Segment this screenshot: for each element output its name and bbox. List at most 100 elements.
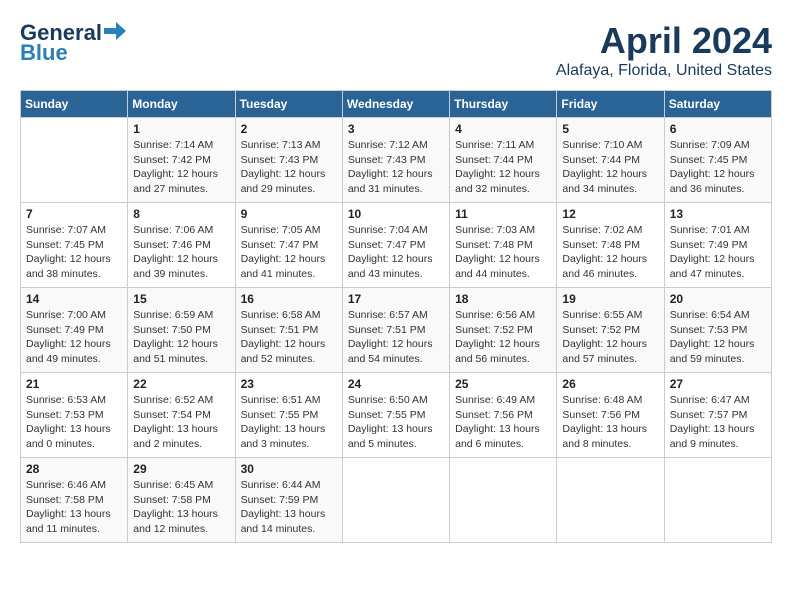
calendar-cell — [450, 458, 557, 543]
day-number: 16 — [241, 292, 337, 306]
calendar-cell: 27 Sunrise: 6:47 AM Sunset: 7:57 PM Dayli… — [664, 373, 771, 458]
calendar-cell — [21, 118, 128, 203]
day-info: Sunrise: 6:54 AM Sunset: 7:53 PM Dayligh… — [670, 308, 766, 367]
calendar-cell: 1 Sunrise: 7:14 AM Sunset: 7:42 PM Daylig… — [128, 118, 235, 203]
main-title: April 2024 — [556, 20, 772, 62]
day-info: Sunrise: 6:55 AM Sunset: 7:52 PM Dayligh… — [562, 308, 658, 367]
calendar-cell: 24 Sunrise: 6:50 AM Sunset: 7:55 PM Dayli… — [342, 373, 449, 458]
calendar-cell: 19 Sunrise: 6:55 AM Sunset: 7:52 PM Dayli… — [557, 288, 664, 373]
day-number: 26 — [562, 377, 658, 391]
day-number: 23 — [241, 377, 337, 391]
day-info: Sunrise: 7:10 AM Sunset: 7:44 PM Dayligh… — [562, 138, 658, 197]
day-number: 28 — [26, 462, 122, 476]
calendar-cell — [664, 458, 771, 543]
day-info: Sunrise: 6:58 AM Sunset: 7:51 PM Dayligh… — [241, 308, 337, 367]
day-info: Sunrise: 7:12 AM Sunset: 7:43 PM Dayligh… — [348, 138, 444, 197]
day-info: Sunrise: 6:57 AM Sunset: 7:51 PM Dayligh… — [348, 308, 444, 367]
day-number: 24 — [348, 377, 444, 391]
day-number: 4 — [455, 122, 551, 136]
day-info: Sunrise: 7:14 AM Sunset: 7:42 PM Dayligh… — [133, 138, 229, 197]
day-number: 13 — [670, 207, 766, 221]
day-number: 9 — [241, 207, 337, 221]
day-number: 27 — [670, 377, 766, 391]
calendar-cell: 9 Sunrise: 7:05 AM Sunset: 7:47 PM Daylig… — [235, 203, 342, 288]
calendar-cell: 22 Sunrise: 6:52 AM Sunset: 7:54 PM Dayli… — [128, 373, 235, 458]
calendar-cell: 14 Sunrise: 7:00 AM Sunset: 7:49 PM Dayli… — [21, 288, 128, 373]
calendar-header: Sunday Monday Tuesday Wednesday Thursday… — [21, 91, 772, 118]
calendar-body: 1 Sunrise: 7:14 AM Sunset: 7:42 PM Daylig… — [21, 118, 772, 543]
day-number: 14 — [26, 292, 122, 306]
day-info: Sunrise: 6:46 AM Sunset: 7:58 PM Dayligh… — [26, 478, 122, 537]
subtitle: Alafaya, Florida, United States — [556, 62, 772, 80]
day-info: Sunrise: 7:06 AM Sunset: 7:46 PM Dayligh… — [133, 223, 229, 282]
day-number: 15 — [133, 292, 229, 306]
day-number: 7 — [26, 207, 122, 221]
calendar-cell: 29 Sunrise: 6:45 AM Sunset: 7:58 PM Dayli… — [128, 458, 235, 543]
calendar-cell: 20Sunrise: 6:54 AM Sunset: 7:53 PM Dayli… — [664, 288, 771, 373]
day-number: 30 — [241, 462, 337, 476]
day-number: 22 — [133, 377, 229, 391]
day-number: 25 — [455, 377, 551, 391]
calendar-cell: 28 Sunrise: 6:46 AM Sunset: 7:58 PM Dayli… — [21, 458, 128, 543]
day-info: Sunrise: 7:01 AM Sunset: 7:49 PM Dayligh… — [670, 223, 766, 282]
day-number: 2 — [241, 122, 337, 136]
day-info: Sunrise: 6:47 AM Sunset: 7:57 PM Dayligh… — [670, 393, 766, 452]
day-info: Sunrise: 6:59 AM Sunset: 7:50 PM Dayligh… — [133, 308, 229, 367]
day-info: Sunrise: 6:45 AM Sunset: 7:58 PM Dayligh… — [133, 478, 229, 537]
day-info: Sunrise: 6:50 AM Sunset: 7:55 PM Dayligh… — [348, 393, 444, 452]
calendar-cell: 16 Sunrise: 6:58 AM Sunset: 7:51 PM Dayli… — [235, 288, 342, 373]
calendar-week-row: 28 Sunrise: 6:46 AM Sunset: 7:58 PM Dayli… — [21, 458, 772, 543]
day-info: Sunrise: 7:13 AM Sunset: 7:43 PM Dayligh… — [241, 138, 337, 197]
calendar-week-row: 7Sunrise: 7:07 AM Sunset: 7:45 PM Daylig… — [21, 203, 772, 288]
day-info: Sunrise: 7:09 AM Sunset: 7:45 PM Dayligh… — [670, 138, 766, 197]
day-info: Sunrise: 6:44 AM Sunset: 7:59 PM Dayligh… — [241, 478, 337, 537]
day-number: 11 — [455, 207, 551, 221]
day-info: Sunrise: 7:00 AM Sunset: 7:49 PM Dayligh… — [26, 308, 122, 367]
header-row: Sunday Monday Tuesday Wednesday Thursday… — [21, 91, 772, 118]
col-thursday: Thursday — [450, 91, 557, 118]
calendar-week-row: 14 Sunrise: 7:00 AM Sunset: 7:49 PM Dayli… — [21, 288, 772, 373]
day-number: 12 — [562, 207, 658, 221]
day-number: 29 — [133, 462, 229, 476]
calendar-week-row: 1 Sunrise: 7:14 AM Sunset: 7:42 PM Daylig… — [21, 118, 772, 203]
calendar-cell — [342, 458, 449, 543]
page-header: General Blue April 2024 Alafaya, Florida… — [20, 20, 772, 80]
day-number: 6 — [670, 122, 766, 136]
day-number: 19 — [562, 292, 658, 306]
calendar-cell: 15 Sunrise: 6:59 AM Sunset: 7:50 PM Dayli… — [128, 288, 235, 373]
calendar-cell: 12 Sunrise: 7:02 AM Sunset: 7:48 PM Dayli… — [557, 203, 664, 288]
col-saturday: Saturday — [664, 91, 771, 118]
day-info: Sunrise: 7:05 AM Sunset: 7:47 PM Dayligh… — [241, 223, 337, 282]
calendar-cell: 8 Sunrise: 7:06 AM Sunset: 7:46 PM Daylig… — [128, 203, 235, 288]
calendar-table: Sunday Monday Tuesday Wednesday Thursday… — [20, 90, 772, 543]
calendar-cell: 21Sunrise: 6:53 AM Sunset: 7:53 PM Dayli… — [21, 373, 128, 458]
calendar-cell: 6 Sunrise: 7:09 AM Sunset: 7:45 PM Daylig… — [664, 118, 771, 203]
day-info: Sunrise: 7:03 AM Sunset: 7:48 PM Dayligh… — [455, 223, 551, 282]
day-info: Sunrise: 6:49 AM Sunset: 7:56 PM Dayligh… — [455, 393, 551, 452]
calendar-cell: 4 Sunrise: 7:11 AM Sunset: 7:44 PM Daylig… — [450, 118, 557, 203]
calendar-cell: 17Sunrise: 6:57 AM Sunset: 7:51 PM Dayli… — [342, 288, 449, 373]
calendar-cell: 26 Sunrise: 6:48 AM Sunset: 7:56 PM Dayli… — [557, 373, 664, 458]
calendar-cell: 2 Sunrise: 7:13 AM Sunset: 7:43 PM Daylig… — [235, 118, 342, 203]
day-info: Sunrise: 6:52 AM Sunset: 7:54 PM Dayligh… — [133, 393, 229, 452]
day-info: Sunrise: 7:02 AM Sunset: 7:48 PM Dayligh… — [562, 223, 658, 282]
col-tuesday: Tuesday — [235, 91, 342, 118]
day-info: Sunrise: 6:51 AM Sunset: 7:55 PM Dayligh… — [241, 393, 337, 452]
day-info: Sunrise: 6:48 AM Sunset: 7:56 PM Dayligh… — [562, 393, 658, 452]
day-number: 8 — [133, 207, 229, 221]
day-info: Sunrise: 7:11 AM Sunset: 7:44 PM Dayligh… — [455, 138, 551, 197]
col-monday: Monday — [128, 91, 235, 118]
day-info: Sunrise: 7:04 AM Sunset: 7:47 PM Dayligh… — [348, 223, 444, 282]
day-number: 21 — [26, 377, 122, 391]
col-wednesday: Wednesday — [342, 91, 449, 118]
calendar-cell: 13 Sunrise: 7:01 AM Sunset: 7:49 PM Dayli… — [664, 203, 771, 288]
logo: General Blue — [20, 20, 126, 66]
day-number: 10 — [348, 207, 444, 221]
day-number: 18 — [455, 292, 551, 306]
day-number: 1 — [133, 122, 229, 136]
day-number: 3 — [348, 122, 444, 136]
calendar-cell: 3 Sunrise: 7:12 AM Sunset: 7:43 PM Daylig… — [342, 118, 449, 203]
calendar-cell: 25 Sunrise: 6:49 AM Sunset: 7:56 PM Dayli… — [450, 373, 557, 458]
calendar-cell: 18Sunrise: 6:56 AM Sunset: 7:52 PM Dayli… — [450, 288, 557, 373]
calendar-week-row: 21Sunrise: 6:53 AM Sunset: 7:53 PM Dayli… — [21, 373, 772, 458]
